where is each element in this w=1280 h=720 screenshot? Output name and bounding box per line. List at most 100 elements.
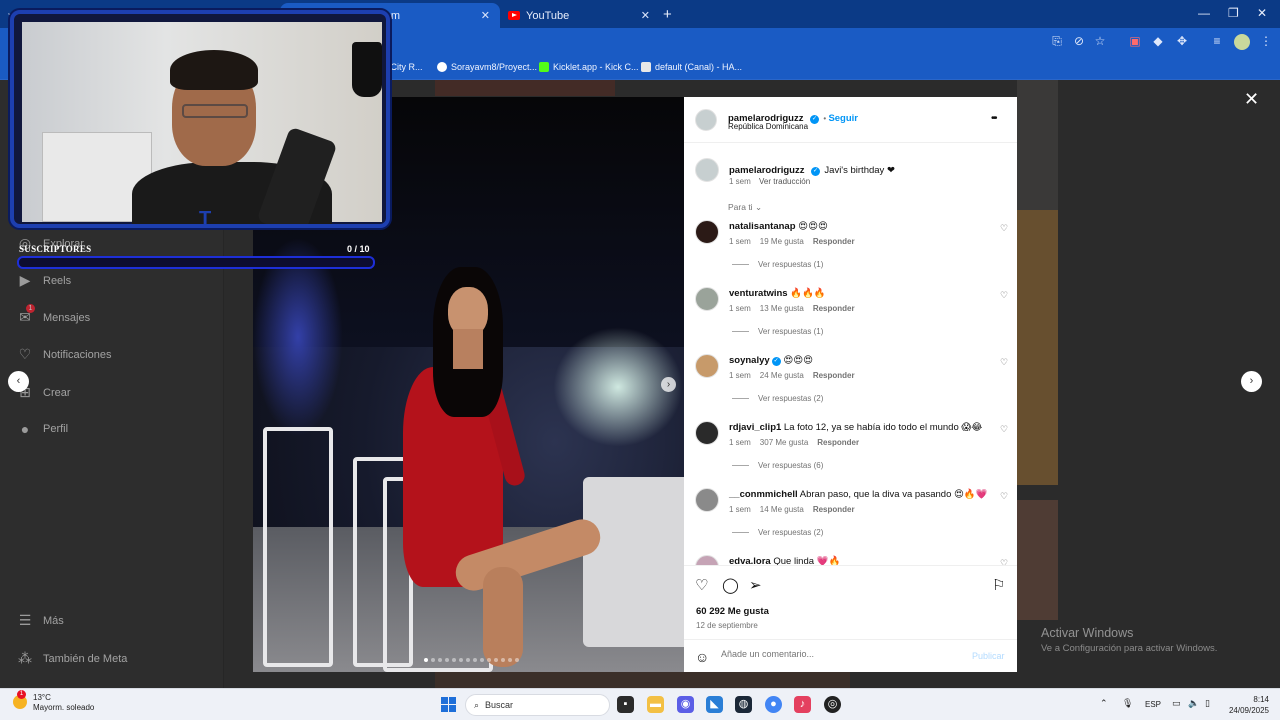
extension-icon[interactable]: ▣ (1127, 34, 1143, 48)
commenter-username[interactable]: soynalyy (729, 355, 770, 366)
comment-like-heart-icon[interactable]: ♡ (1000, 223, 1008, 234)
language-indicator[interactable]: ESP (1145, 700, 1161, 709)
reply-button[interactable]: Responder (813, 304, 855, 313)
volume-icon[interactable]: 🔈 (1188, 698, 1199, 709)
caption-username[interactable]: pamelarodriguzz (729, 165, 805, 176)
youtube-icon (508, 11, 520, 20)
comment-likes[interactable]: 307 Me gusta (760, 438, 808, 447)
commenter-username[interactable]: rdjavi_clip1 (729, 422, 781, 433)
task-view-icon[interactable]: ▪ (617, 696, 634, 713)
reply-button[interactable]: Responder (817, 438, 859, 447)
publish-button[interactable]: Publicar (972, 651, 1005, 661)
follow-button[interactable]: Seguir (828, 113, 858, 124)
steam-icon[interactable]: ◍ (735, 696, 752, 713)
comment-like-heart-icon[interactable]: ♡ (1000, 357, 1008, 368)
commenter-username[interactable]: natalisantanap (729, 221, 796, 232)
discord-icon[interactable]: ◉ (677, 696, 694, 713)
carousel-dot (515, 658, 519, 662)
tab-close-icon[interactable]: ✕ (481, 9, 490, 22)
extensions-puzzle-icon[interactable]: ✥ (1174, 34, 1190, 48)
photo-table (583, 477, 684, 647)
comment-like-heart-icon[interactable]: ♡ (1000, 290, 1008, 301)
tray-chevron-up-icon[interactable]: ⌃ (1100, 698, 1108, 709)
bookmark-star-icon[interactable]: ☆ (1092, 34, 1108, 48)
likes-count[interactable]: 60 292 Me gusta (696, 606, 769, 617)
comment-likes[interactable]: 24 Me gusta (760, 371, 804, 380)
comment-bubble-icon[interactable]: ◯ (722, 576, 739, 594)
taskbar-search[interactable]: ⌕ Buscar (465, 694, 610, 716)
commenter-avatar[interactable] (695, 421, 719, 445)
commenter-avatar[interactable] (695, 220, 719, 244)
next-post-arrow-icon[interactable]: › (1241, 371, 1262, 392)
commenter-username[interactable]: venturatwins (729, 288, 788, 299)
chrome-icon[interactable]: ● (765, 696, 782, 713)
github-icon (437, 62, 447, 72)
carousel-dot (438, 658, 442, 662)
view-replies-link[interactable]: Ver respuestas (1) (732, 327, 823, 336)
view-replies-link[interactable]: Ver respuestas (2) (732, 394, 823, 403)
reply-button[interactable]: Responder (813, 371, 855, 380)
comment-likes[interactable]: 14 Me gusta (760, 505, 804, 514)
author-avatar[interactable] (695, 158, 719, 182)
emoji-icon[interactable]: ☺ (695, 649, 709, 665)
minimize-button[interactable]: — (1198, 6, 1210, 20)
profile-avatar[interactable] (1234, 34, 1250, 50)
author-avatar[interactable] (695, 109, 717, 131)
commenter-avatar[interactable] (695, 354, 719, 378)
verified-badge-icon: ✓ (809, 115, 819, 124)
new-tab-button[interactable]: + (663, 6, 672, 23)
network-icon[interactable]: ▭ (1172, 698, 1181, 709)
tab-youtube[interactable]: YouTube ✕ (500, 3, 660, 28)
comment-time: 1 sem (729, 438, 751, 447)
like-heart-icon[interactable]: ♡ (695, 576, 708, 594)
reply-button[interactable]: Responder (813, 237, 855, 246)
tab-close-icon[interactable]: ✕ (641, 9, 650, 22)
comment-likes[interactable]: 19 Me gusta (760, 237, 804, 246)
reply-button[interactable]: Responder (813, 505, 855, 514)
close-modal-icon[interactable]: ✕ (1244, 89, 1259, 110)
carousel-dot (466, 658, 470, 662)
obs-icon[interactable]: ◎ (824, 696, 841, 713)
view-replies-label: Ver respuestas (1) (758, 327, 824, 336)
view-replies-link[interactable]: Ver respuestas (2) (732, 528, 823, 537)
previous-post-arrow-icon[interactable]: ‹ (8, 371, 29, 392)
restore-button[interactable]: ❐ (1228, 6, 1239, 20)
view-replies-link[interactable]: Ver respuestas (1) (732, 260, 823, 269)
view-replies-link[interactable]: Ver respuestas (6) (732, 461, 823, 470)
microphone-icon[interactable]: 🎙 (1122, 698, 1133, 709)
translate-link[interactable]: Ver traducción (759, 177, 810, 186)
comment-time: 1 sem (729, 505, 751, 514)
reading-list-icon[interactable]: ≡ (1209, 34, 1225, 48)
add-comment-input[interactable] (721, 649, 941, 659)
post-location[interactable]: República Dominicana (728, 122, 808, 131)
commenter-avatar[interactable] (695, 287, 719, 311)
bookmark-item[interactable]: Sorayavm8/Proyect... (437, 62, 537, 72)
kebab-menu-icon[interactable]: ⋮ (1258, 34, 1274, 48)
vscode-icon[interactable]: ◣ (706, 696, 723, 713)
windows-start-icon[interactable] (441, 697, 456, 712)
commenter-avatar[interactable] (695, 488, 719, 512)
subs-goal-label: SUSCRIPTORES (19, 244, 92, 254)
file-explorer-icon[interactable]: ▬ (647, 696, 664, 713)
carousel-dot (494, 658, 498, 662)
share-send-icon[interactable]: ➢ (749, 576, 762, 594)
save-bookmark-icon[interactable]: ⚐ (992, 576, 1005, 594)
close-window-button[interactable]: ✕ (1257, 6, 1267, 20)
more-options-icon[interactable]: ••• (991, 113, 997, 124)
bookmark-item[interactable]: default (Canal) - HA... (641, 62, 742, 72)
photo-next-arrow-icon[interactable]: › (661, 377, 676, 392)
weather-widget[interactable]: 1 13°C Mayorm. soleado (13, 690, 94, 713)
extension-diamond-icon[interactable]: ◆ (1150, 34, 1166, 48)
taskbar-clock[interactable]: 8:14 24/09/2025 (1227, 694, 1269, 716)
battery-icon[interactable]: ▯ (1205, 698, 1210, 709)
comment-likes[interactable]: 13 Me gusta (760, 304, 804, 313)
cast-icon[interactable]: ⎘ (1049, 34, 1065, 49)
tiktok-icon[interactable]: ♪ (794, 696, 811, 713)
eye-off-icon[interactable]: ⊘ (1071, 34, 1087, 48)
bookmark-item[interactable]: Kicklet.app - Kick C... (539, 62, 639, 72)
for-you-filter[interactable]: Para ti ⌄ (728, 202, 762, 213)
comment-like-heart-icon[interactable]: ♡ (1000, 491, 1008, 502)
comment-like-heart-icon[interactable]: ♡ (1000, 424, 1008, 435)
carousel-dot (501, 658, 505, 662)
commenter-username[interactable]: __conmmichell (729, 489, 798, 500)
